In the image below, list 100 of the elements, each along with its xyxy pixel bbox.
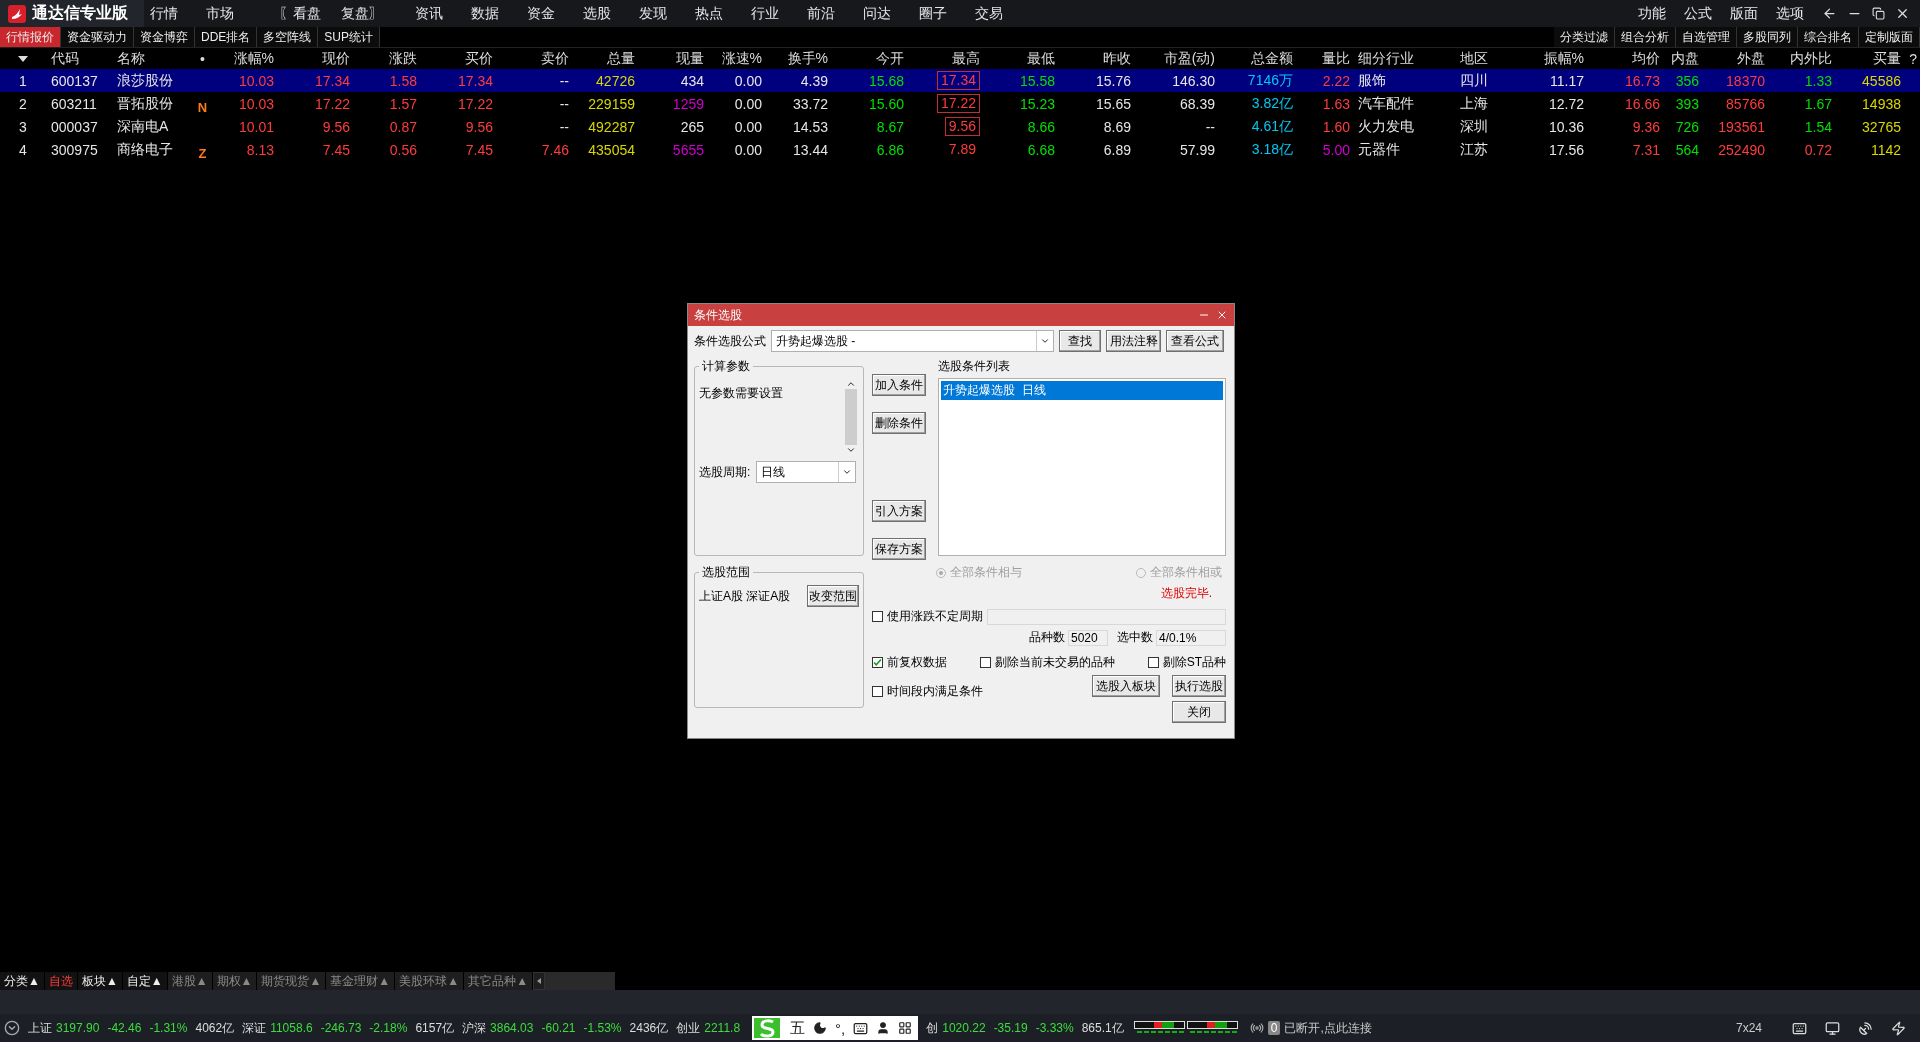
menu-item[interactable]: 问达 (863, 4, 891, 23)
lightning-icon[interactable] (1891, 1020, 1906, 1036)
scroll-down-icon[interactable] (846, 445, 856, 455)
category-tab[interactable]: 其它品种▲ (464, 972, 533, 990)
column-header[interactable]: 总金额 (1251, 49, 1296, 68)
column-header[interactable]: 代码 (46, 49, 79, 68)
menu-item[interactable]: 功能 (1638, 4, 1666, 23)
punctuation-toggle[interactable]: °, (835, 1019, 846, 1037)
grid-icon[interactable] (898, 1021, 913, 1035)
view-tab[interactable]: 资金驱动力 (61, 27, 134, 47)
view-tab[interactable]: 行情报价 (0, 27, 61, 47)
category-tab[interactable]: 自选 (44, 972, 78, 990)
dialog-button[interactable]: 关闭 (1172, 701, 1226, 723)
dialog-button[interactable]: 保存方案 (872, 538, 926, 560)
checkbox[interactable] (979, 657, 991, 668)
ime-mode[interactable]: 五 (790, 1018, 806, 1038)
dialog-button[interactable]: 查找 (1059, 330, 1101, 352)
dialog-button[interactable]: 引入方案 (872, 500, 926, 522)
column-header[interactable]: 总量 (607, 49, 638, 68)
menu-item[interactable]: 发现 (639, 4, 667, 23)
checkbox[interactable] (1147, 657, 1159, 668)
tool-tab[interactable]: 自选管理 (1676, 27, 1737, 47)
view-tab[interactable]: 多空阵线 (257, 27, 319, 47)
tool-tab[interactable]: 综合排名 (1798, 27, 1859, 47)
keyboard-icon[interactable] (1792, 1020, 1807, 1036)
menu-item[interactable]: 前沿 (807, 4, 835, 23)
column-header[interactable]: 均价 (1632, 49, 1663, 68)
monitor-icon[interactable] (1825, 1020, 1840, 1036)
column-header[interactable]: 涨幅% (233, 49, 277, 68)
dialog-button[interactable]: 选股入板块 (1092, 675, 1160, 697)
dialog-button[interactable]: 用法注释 (1106, 330, 1161, 352)
column-header[interactable]: 市盈(动) (1163, 49, 1218, 68)
menu-item[interactable]: 行业 (751, 4, 779, 23)
column-header[interactable]: 细分行业 (1353, 49, 1414, 68)
checkbox[interactable] (872, 657, 883, 668)
scroll-left-button[interactable] (533, 972, 545, 990)
category-tab[interactable]: 板块▲ (77, 972, 123, 990)
column-header[interactable]: 买价 (465, 49, 496, 68)
menu-item[interactable]: 资金 (527, 4, 555, 23)
view-tab[interactable]: DDE排名 (195, 27, 258, 47)
sort-caret-icon[interactable] (18, 55, 28, 62)
dialog-button[interactable]: 查看公式 (1166, 330, 1224, 352)
close-icon[interactable] (1895, 6, 1910, 21)
column-header[interactable]: 现量 (676, 49, 707, 68)
tool-tab[interactable]: 定制版面 (1859, 27, 1920, 47)
left-arrow-icon[interactable] (537, 978, 541, 984)
menu-item[interactable]: 复盘〗 (341, 4, 383, 23)
period-dropdown[interactable]: 日线 (756, 461, 857, 483)
menu-item[interactable]: 行情 (150, 4, 178, 23)
menu-item[interactable]: 数据 (471, 4, 499, 23)
category-tab[interactable]: 期货现货▲ (257, 972, 327, 990)
dialog-button[interactable]: 执行选股 (1172, 675, 1226, 697)
checkbox[interactable] (872, 611, 883, 622)
expand-icon[interactable] (4, 1020, 20, 1036)
column-header[interactable]: 内盘 (1671, 49, 1702, 68)
category-tab[interactable]: 美股环球▲ (395, 972, 465, 990)
column-header[interactable]: 地区 (1455, 49, 1488, 68)
menu-item[interactable]: 资讯 (415, 4, 443, 23)
stock-row[interactable]: 4 300975 商络电子 Z 8.13 7.45 0.56 7.45 7.46 435054 5655 0.00 13.44 6.86 7.89 6.68 6.89 57.99 3.18亿 5.00 元器件 江苏 17.56 7.31 564 252490 0.72 1142 (0, 138, 1920, 161)
category-tab[interactable]: 期权▲ (212, 972, 258, 990)
dialog-button[interactable]: 改变范围 (807, 585, 859, 607)
menu-item[interactable]: 市场 (206, 4, 234, 23)
period-field[interactable] (987, 608, 1226, 625)
category-tab[interactable]: 自定▲ (122, 972, 168, 990)
view-tab[interactable]: SUP统计 (318, 27, 381, 47)
column-header[interactable]: 最低 (1027, 49, 1058, 68)
stock-row[interactable]: 2 603211 晋拓股份 N 10.03 17.22 1.57 17.22 -- 229159 1259 0.00 33.72 15.60 17.22 15.23 15.65 68.39 3.82亿 1.63 汽车配件 上海 12.72 16.66 393 85766 1.67 14938 (0, 92, 1920, 115)
column-header[interactable]: 换手% (787, 49, 831, 68)
view-tab[interactable]: 资金博弈 (134, 27, 195, 47)
restore-icon[interactable] (1872, 7, 1885, 20)
column-header[interactable]: 外盘 (1737, 49, 1768, 68)
menu-item[interactable]: 版面 (1730, 4, 1758, 23)
connection-icon[interactable] (1249, 1021, 1264, 1035)
column-header[interactable]: 内外比 (1790, 49, 1835, 68)
moon-icon[interactable] (813, 1021, 828, 1035)
category-tab[interactable]: 港股▲ (167, 972, 213, 990)
stock-row[interactable]: 3 000037 深南电A 10.01 9.56 0.87 9.56 -- 492287 265 0.00 14.53 8.67 9.56 8.66 8.69 -- 4.61亿 1.60 火力发电 深圳 10.36 9.36 726 193561 1.54 32765 (0, 115, 1920, 138)
menu-item[interactable]: 圈子 (919, 4, 947, 23)
column-header[interactable]: 今开 (876, 49, 907, 68)
menu-item[interactable]: 公式 (1684, 4, 1712, 23)
menu-item[interactable]: 选项 (1776, 4, 1804, 23)
menu-item[interactable]: 交易 (975, 4, 1003, 23)
column-header[interactable]: 涨跌 (389, 49, 420, 68)
satellite-dish-icon[interactable] (1858, 1020, 1873, 1036)
menu-item[interactable]: 〖看盘 (279, 4, 321, 23)
tool-tab[interactable]: 分类过滤 (1554, 27, 1615, 47)
dialog-button[interactable]: 加入条件 (872, 374, 926, 396)
condition-item[interactable]: 升势起爆选股 日线 (941, 381, 1223, 400)
formula-dropdown[interactable]: 升势起爆选股 - (771, 330, 1054, 352)
scrollbar[interactable] (843, 379, 859, 455)
column-header[interactable]: 量比 (1322, 49, 1353, 68)
menu-item[interactable]: 热点 (695, 4, 723, 23)
back-icon[interactable] (1822, 6, 1837, 21)
category-tab[interactable]: 分类▲ (0, 972, 45, 990)
column-header[interactable]: ? (1909, 50, 1920, 67)
menu-item[interactable]: 选股 (583, 4, 611, 23)
column-header[interactable]: 振幅% (1543, 49, 1587, 68)
stock-row[interactable]: 1 600137 浪莎股份 10.03 17.34 1.58 17.34 -- 42726 434 0.00 4.39 15.68 17.34 15.58 15.76 146.30 7146万 2.22 服饰 四川 11.17 16.73 356 18370 1.33 45586 (0, 69, 1920, 92)
column-header[interactable]: 昨收 (1103, 49, 1134, 68)
connection-status[interactable]: 已断开,点此连接 (1284, 1019, 1372, 1037)
